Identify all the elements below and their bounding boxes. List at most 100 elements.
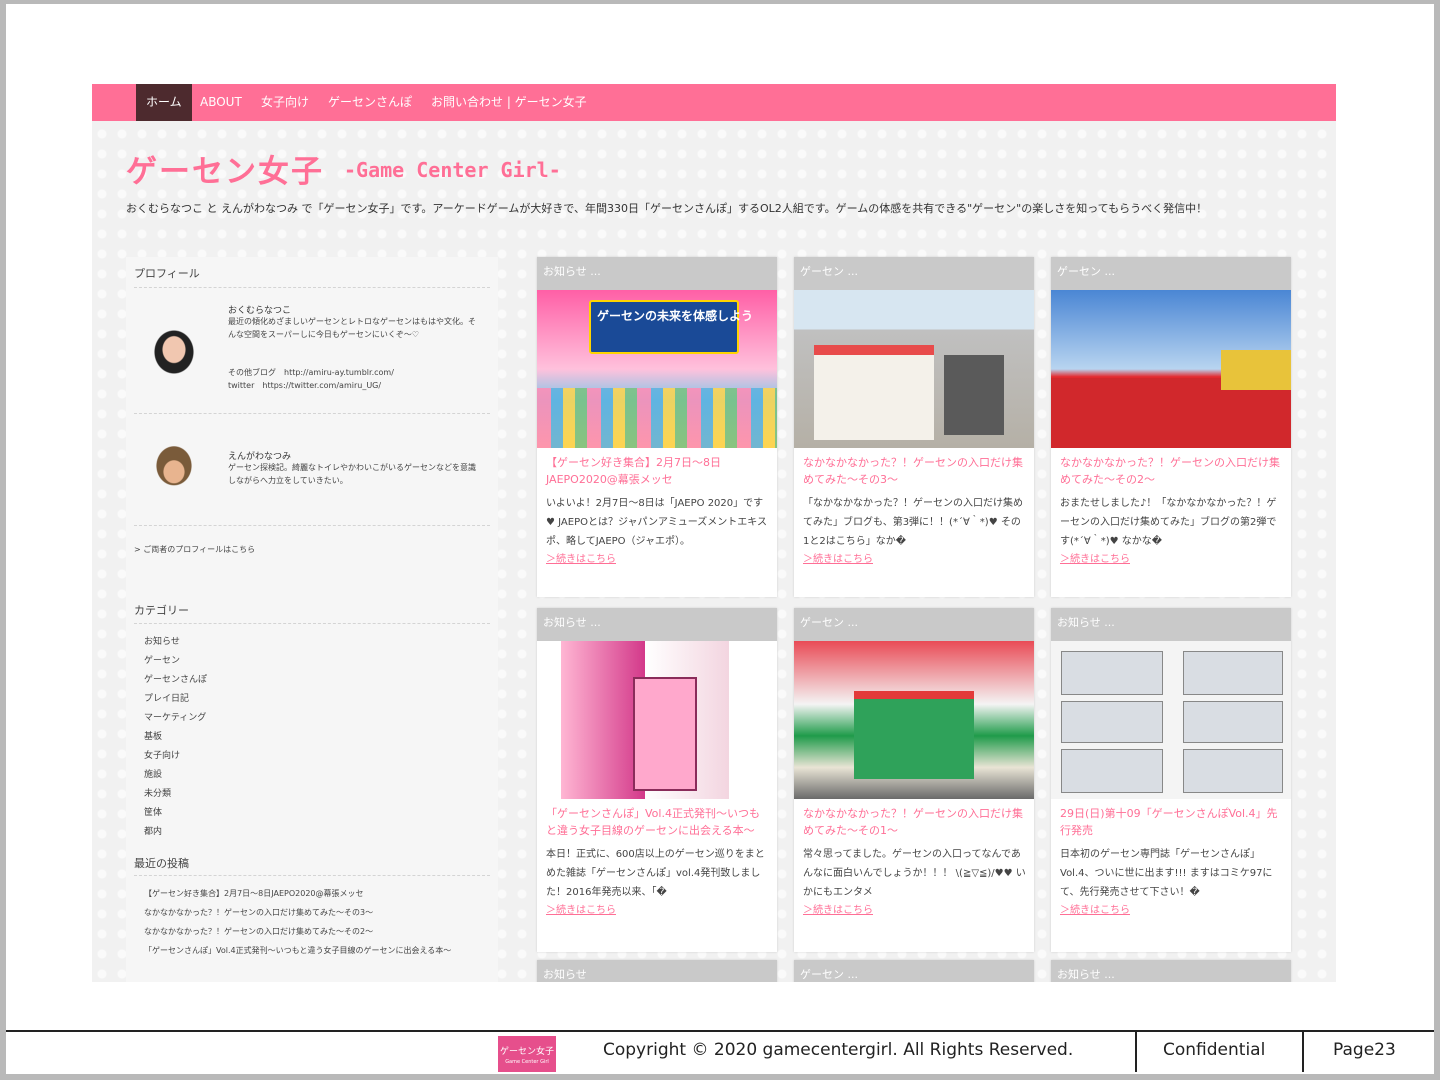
read-more-link[interactable]: ＞続きはこちら — [794, 902, 1034, 919]
crowd-illustration — [537, 388, 777, 448]
nav-for-women[interactable]: 女子向け — [251, 84, 319, 121]
profile-text: ゲーセン探検記。綺麗なトイレやかわいこがいるゲーセンなどを意識しながらへ力立をし… — [228, 463, 476, 485]
category-item[interactable]: マーケティング — [144, 710, 206, 723]
recent-post-link[interactable]: 【ゲーセン好き集合】2月7日〜8日JAEPO2020@幕張メッセ — [144, 887, 484, 900]
comic-panel — [1183, 651, 1283, 695]
comic-panel — [1061, 749, 1163, 793]
footer-page-number: Page23 — [1333, 1040, 1396, 1060]
nav-contact[interactable]: お問い合わせ | ゲーセン女子 — [421, 84, 597, 121]
read-more-link[interactable]: ＞続きはこちら — [537, 551, 777, 568]
site-subtitle: -Game Center Girl- — [344, 158, 561, 182]
category-item[interactable]: プレイ日記 — [144, 691, 189, 704]
category-heading: カテゴリー — [134, 604, 189, 617]
post-card[interactable]: お知らせ ... 29日(日)第十09「ゲーセンさんぽVol.4」先行発売 日本… — [1051, 608, 1291, 952]
profile-text: 最近の傾化めざましいゲーセンとレトロなゲーセンはもはや文化。そんな空間をスーパー… — [228, 317, 476, 339]
category-item[interactable]: お知らせ — [144, 634, 180, 647]
post-title[interactable]: なかなかなかった？！ゲーセンの入口だけ集めてみた〜その1〜 — [794, 799, 1034, 839]
category-tag: ゲーセン ... — [1051, 257, 1291, 290]
category-tag: ゲーセン ... — [794, 257, 1034, 290]
shop-facade — [814, 345, 934, 440]
crane-machine — [633, 677, 697, 791]
footer-copyright: Copyright © 2020 gamecentergirl. All Rig… — [603, 1040, 1074, 1060]
category-item[interactable]: 女子向け — [144, 748, 180, 761]
comic-panel — [1183, 701, 1283, 743]
website-screenshot: ホーム ABOUT 女子向け ゲーセンさんぽ お問い合わせ | ゲーセン女子 ゲ… — [92, 84, 1336, 982]
divider — [134, 413, 490, 414]
post-title[interactable]: 29日(日)第十09「ゲーセンさんぽVol.4」先行発売 — [1051, 799, 1291, 839]
footer-confidential: Confidential — [1163, 1040, 1266, 1060]
category-tag: お知らせ ... — [537, 608, 777, 641]
post-card[interactable]: ゲーセン ... — [794, 960, 1034, 982]
divider — [134, 287, 490, 288]
divider — [134, 623, 490, 624]
banner-text: ゲーセンの未来を体感しよう — [597, 309, 754, 323]
post-thumbnail[interactable] — [1051, 641, 1291, 799]
category-item[interactable]: 基板 — [144, 729, 162, 742]
event-banner: ゲーセンの未来を体感しよう — [589, 300, 754, 354]
post-card[interactable]: お知らせ — [537, 960, 777, 982]
profile-more-link[interactable]: > ご両者のプロフィールはこちら — [134, 544, 255, 555]
post-title[interactable]: 「ゲーセンさんぽ」Vol.4正式発刊〜いつもと違う女子目線のゲーセンに出会える本… — [537, 799, 777, 839]
category-item[interactable]: 筐体 — [144, 805, 162, 818]
logo-subtext: Game Center Girl — [505, 1059, 549, 1065]
category-tag: お知らせ ... — [1051, 960, 1291, 982]
sidebar: プロフィール おくむらなつこ 最近の傾化めざましいゲーセンとレトロなゲーセンはも… — [126, 257, 498, 982]
post-card[interactable]: ゲーセン ... なかなかなかった？！ゲーセンの入口だけ集めてみた〜その2〜 お… — [1051, 257, 1291, 597]
entrance-door — [944, 355, 1004, 435]
read-more-link[interactable]: ＞続きはこちら — [1051, 551, 1291, 568]
comic-panel — [1183, 749, 1283, 793]
post-excerpt: 常々思ってました。ゲーセンの入口ってなんであんなに面白いんでしょうか！！！ \(… — [803, 849, 1026, 898]
post-thumbnail[interactable]: ゲーセンの未来を体感しよう — [537, 290, 777, 448]
post-excerpt: いよいよ！2月7日〜8日は「JAEPO 2020」です♥ JAEPOとは？ジャパ… — [546, 498, 767, 547]
recent-post-link[interactable]: なかなかなかった？！ゲーセンの入口だけ集めてみた〜その2〜 — [144, 925, 484, 938]
post-excerpt: 本日！正式に、600店以上のゲーセン巡りをまとめた雑誌「ゲーセンさんぽ」vol.… — [546, 849, 765, 898]
nav-gamecenter-walk[interactable]: ゲーセンさんぽ — [318, 84, 422, 121]
category-tag: お知らせ — [537, 960, 777, 982]
post-title[interactable]: なかなかなかった？！ゲーセンの入口だけ集めてみた〜その2〜 — [1051, 448, 1291, 488]
category-item[interactable]: ゲーセンさんぽ — [144, 672, 207, 685]
comic-panel — [1061, 701, 1163, 743]
post-card[interactable]: ゲーセン ... なかなかなかった？！ゲーセンの入口だけ集めてみた〜その3〜 「… — [794, 257, 1034, 597]
post-excerpt: おまたせしました♪！「なかなかなかった？！ゲーセンの入口だけ集めてみた」ブログの… — [1060, 498, 1277, 547]
read-more-link[interactable]: ＞続きはこちら — [794, 551, 1034, 568]
site-description: おくむらなつこ と えんがわなつみ で「ゲーセン女子」です。アーケードゲームが大… — [126, 202, 1208, 215]
profile-twitter-link[interactable]: twitter https://twitter.com/amiru_UG/ — [228, 380, 381, 391]
footer-rule — [6, 1030, 1434, 1032]
post-thumbnail[interactable] — [537, 641, 777, 799]
post-card[interactable]: お知らせ ... ゲーセンの未来を体感しよう 【ゲーセン好き集合】2月7日〜8日… — [537, 257, 777, 597]
footer-logo: ゲーセン女子 Game Center Girl — [498, 1036, 556, 1072]
post-card[interactable]: ゲーセン ... なかなかなかった？！ゲーセンの入口だけ集めてみた〜その1〜 常… — [794, 608, 1034, 952]
nav-about[interactable]: ABOUT — [190, 84, 252, 121]
footer-separator — [1302, 1030, 1304, 1072]
category-item[interactable]: 都内 — [144, 824, 162, 837]
site-title[interactable]: ゲーセン女子 — [126, 146, 324, 191]
recent-posts-heading: 最近の投稿 — [134, 857, 189, 870]
post-title[interactable]: なかなかなかった？！ゲーセンの入口だけ集めてみた〜その3〜 — [794, 448, 1034, 488]
post-excerpt: 日本初のゲーセン専門誌「ゲーセンさんぽ」Vol.4、ついに世に出ます!!! ます… — [1060, 849, 1273, 898]
post-thumbnail[interactable] — [1051, 290, 1291, 448]
divider — [134, 525, 490, 526]
post-title[interactable]: 【ゲーセン好き集合】2月7日〜8日JAEPO2020@幕張メッセ — [537, 448, 777, 488]
post-card[interactable]: お知らせ ... — [1051, 960, 1291, 982]
post-thumbnail[interactable] — [794, 290, 1034, 448]
comic-panel — [1061, 651, 1163, 695]
recent-post-link[interactable]: 「ゲーセンさんぽ」Vol.4正式発刊〜いつもと違う女子目線のゲーセンに出会える本… — [144, 944, 484, 957]
footer-separator — [1135, 1030, 1137, 1072]
read-more-link[interactable]: ＞続きはこちら — [537, 902, 777, 919]
divider — [134, 875, 490, 876]
profile-blog-link[interactable]: その他ブログ http://amiru-ay.tumblr.com/ — [228, 367, 394, 378]
category-tag: ゲーセン ... — [794, 960, 1034, 982]
avatar — [146, 443, 202, 503]
top-navigation: ホーム ABOUT 女子向け ゲーセンさんぽ お問い合わせ | ゲーセン女子 — [92, 84, 1336, 121]
recent-post-link[interactable]: なかなかなかった？！ゲーセンの入口だけ集めてみた〜その3〜 — [144, 906, 484, 919]
post-card[interactable]: お知らせ ... 「ゲーセンさんぽ」Vol.4正式発刊〜いつもと違う女子目線のゲ… — [537, 608, 777, 952]
nav-home[interactable]: ホーム — [136, 84, 192, 121]
category-item[interactable]: ゲーセン — [144, 653, 180, 666]
post-thumbnail[interactable] — [794, 641, 1034, 799]
category-tag: お知らせ ... — [537, 257, 777, 290]
category-item[interactable]: 施設 — [144, 767, 162, 780]
store-sign — [1221, 350, 1291, 390]
category-item[interactable]: 未分類 — [144, 786, 171, 799]
read-more-link[interactable]: ＞続きはこちら — [1051, 902, 1291, 919]
profile-heading: プロフィール — [134, 267, 200, 280]
